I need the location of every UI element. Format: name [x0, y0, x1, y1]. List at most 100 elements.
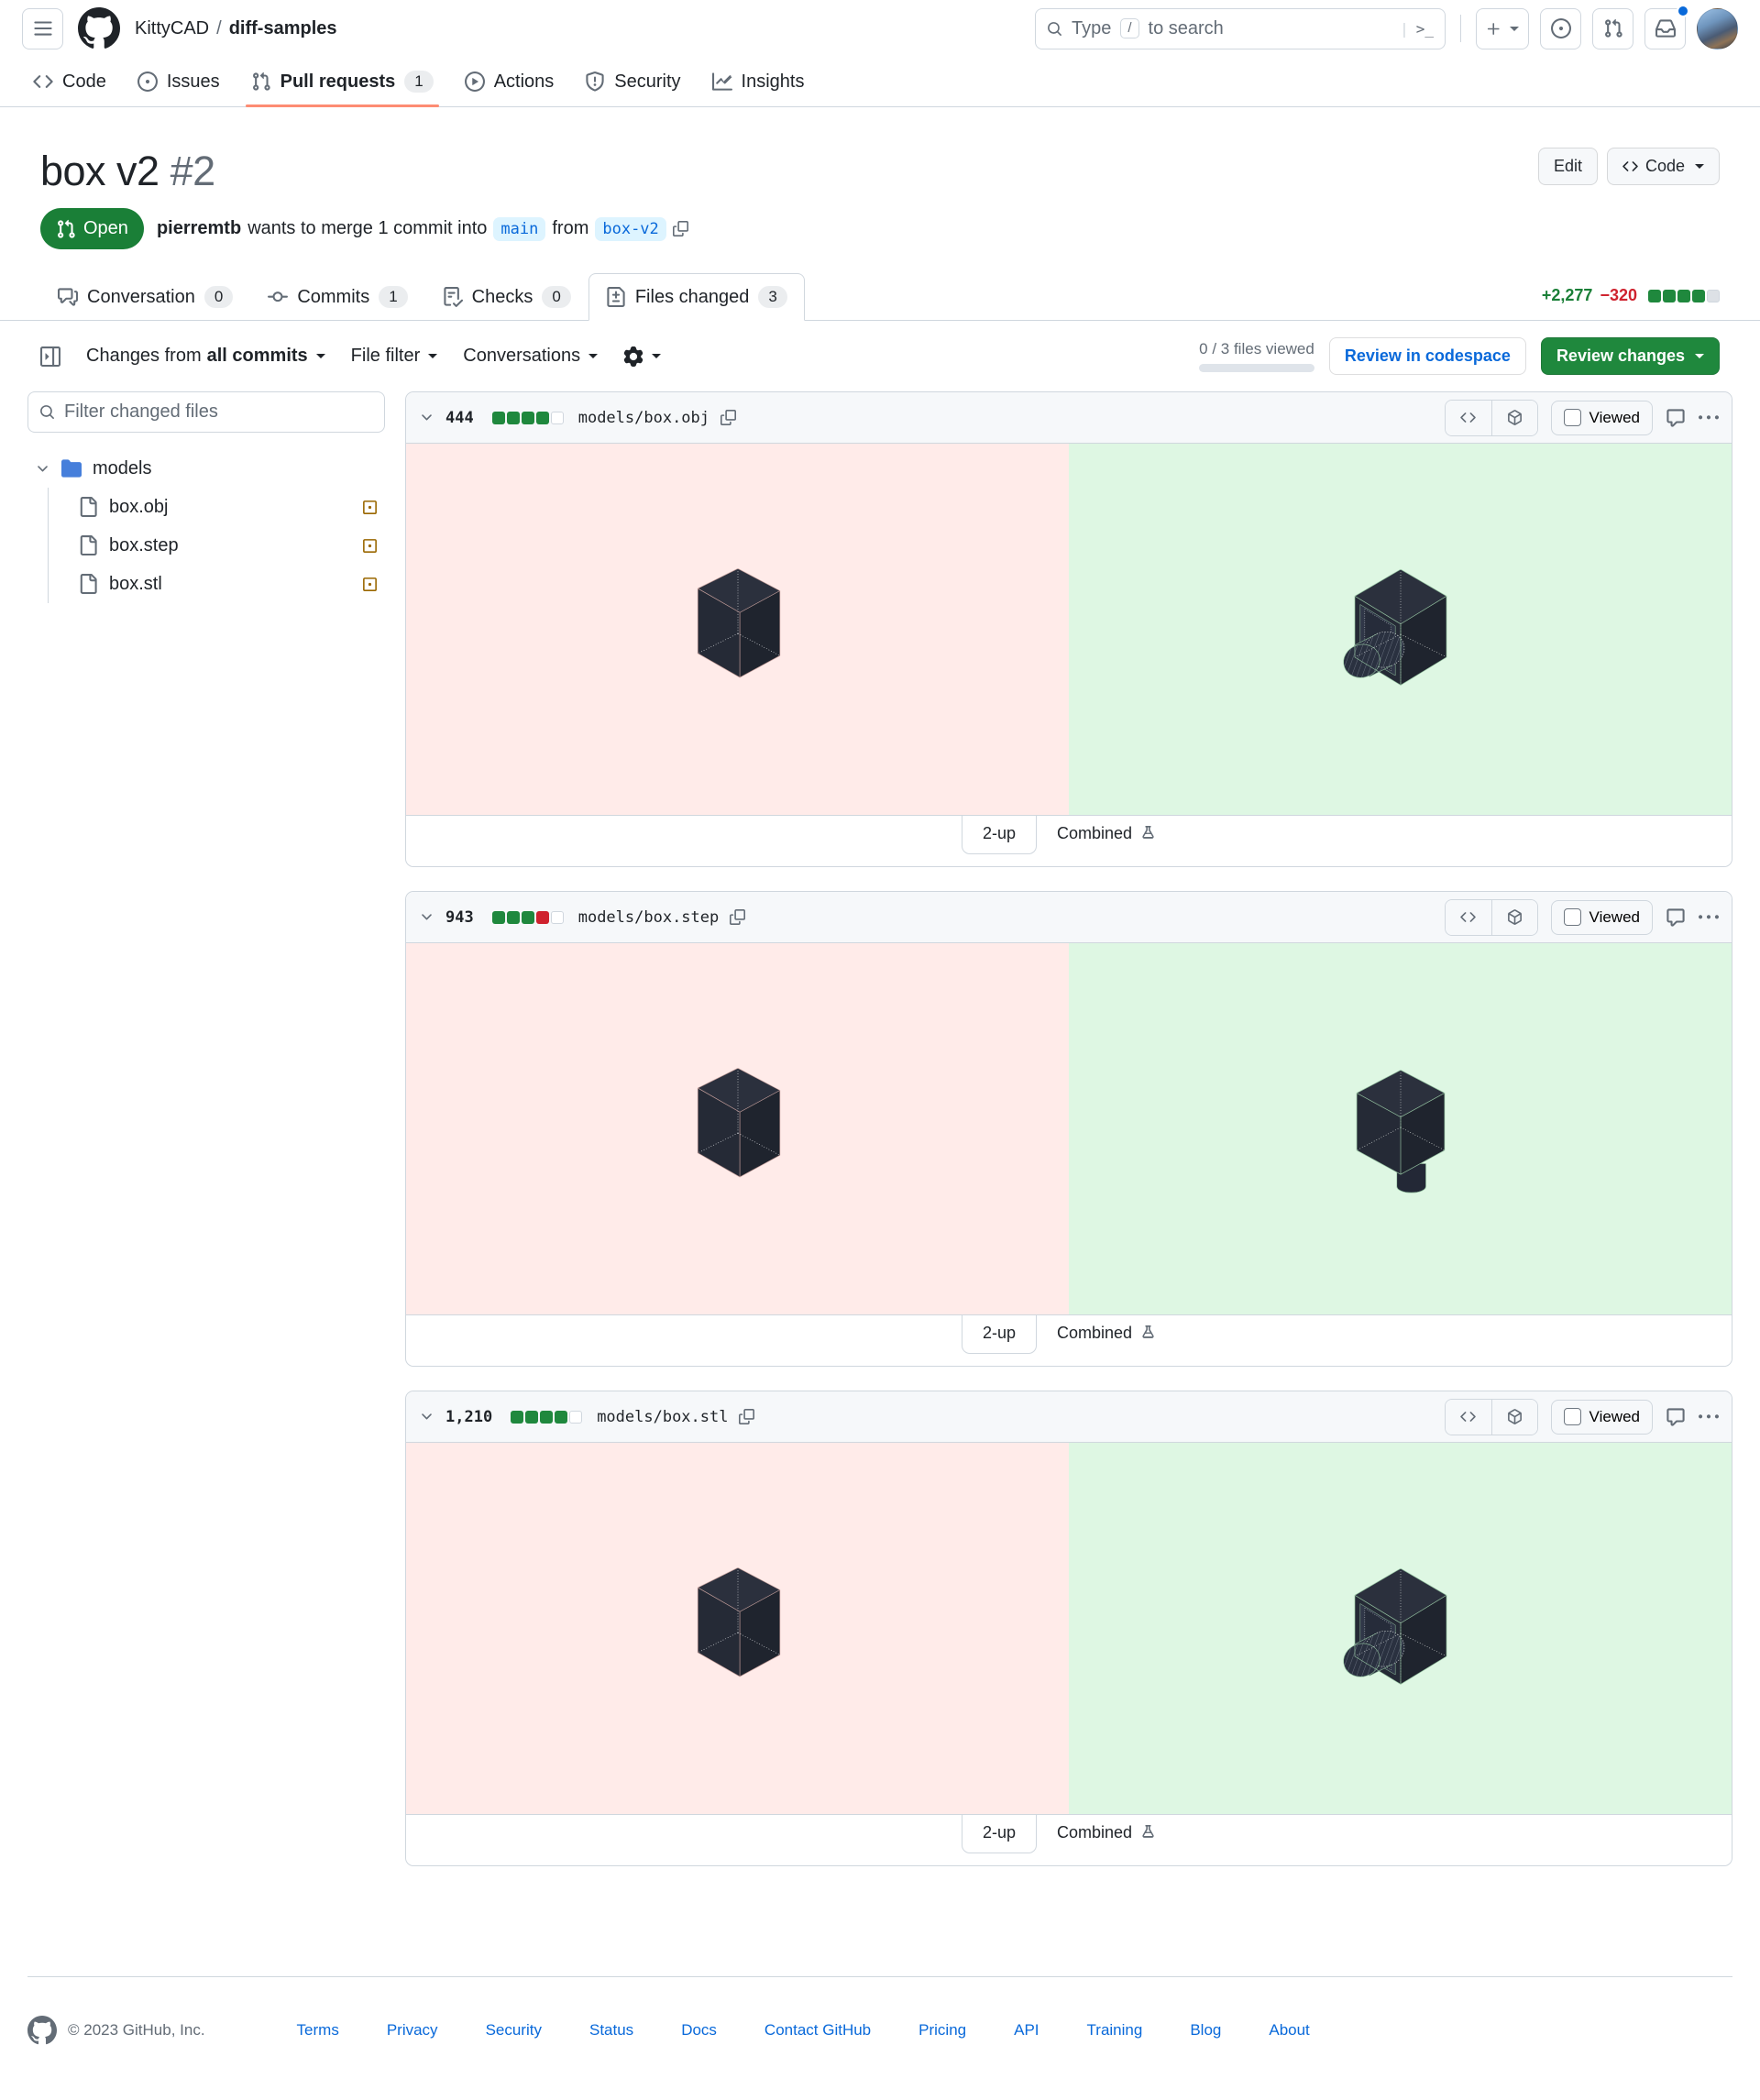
- diffstat-blocks: [1646, 289, 1720, 302]
- head-branch-chip[interactable]: box-v2: [595, 216, 666, 241]
- tab-combined[interactable]: Combined: [1037, 1315, 1176, 1351]
- footer-link[interactable]: Docs: [681, 2021, 717, 2040]
- chevron-down-icon: [428, 354, 438, 363]
- breadcrumb-repo-link[interactable]: diff-samples: [229, 18, 337, 39]
- diff-block-empty: [550, 411, 564, 424]
- footer-link[interactable]: Blog: [1190, 2021, 1221, 2040]
- footer-link[interactable]: Terms: [297, 2021, 339, 2040]
- command-palette-icon[interactable]: | >_: [1400, 20, 1434, 38]
- chevron-down-icon: [1695, 164, 1704, 173]
- render-mode-tabs: 2-up Combined: [406, 1814, 1732, 1865]
- footer-link[interactable]: Privacy: [387, 2021, 438, 2040]
- footer-link[interactable]: API: [1014, 2021, 1039, 2040]
- tree-file-box-obj[interactable]: box.obj: [65, 488, 385, 526]
- status-badge: Open: [40, 208, 144, 249]
- breadcrumb-separator: /: [216, 17, 222, 38]
- tab-issues[interactable]: Issues: [125, 57, 233, 106]
- edit-button[interactable]: Edit: [1537, 148, 1598, 185]
- tab-checks[interactable]: Checks 0: [425, 273, 588, 321]
- source-view-button[interactable]: [1445, 400, 1491, 435]
- footer-link[interactable]: Security: [486, 2021, 542, 2040]
- play-icon: [465, 71, 485, 92]
- rich-3d-view-button[interactable]: [1490, 400, 1537, 435]
- source-view-button[interactable]: [1445, 1399, 1491, 1435]
- base-branch-chip[interactable]: main: [493, 216, 546, 241]
- file-panel-box-stl: 1,210 models/box.stl Viewed 2-up Combine…: [405, 1391, 1732, 1866]
- comment-icon[interactable]: [1666, 408, 1686, 428]
- comment-icon[interactable]: [1666, 1407, 1686, 1427]
- viewed-toggle-button[interactable]: Viewed: [1550, 899, 1653, 935]
- file-panel-box-step: 943 models/box.step Viewed 2-up Combined: [405, 891, 1732, 1367]
- viewed-checkbox[interactable]: [1563, 409, 1581, 426]
- copy-branch-icon[interactable]: [673, 221, 688, 236]
- footer-link[interactable]: Status: [589, 2021, 633, 2040]
- footer-link[interactable]: About: [1269, 2021, 1309, 2040]
- copy-path-icon[interactable]: [720, 410, 736, 425]
- github-logo-icon[interactable]: [78, 7, 120, 49]
- footer-link[interactable]: Pricing: [918, 2021, 966, 2040]
- collapse-file-chevron-icon[interactable]: [419, 909, 434, 925]
- tab-pull-requests[interactable]: Pull requests 1: [238, 57, 446, 107]
- tree-folder-models[interactable]: models: [28, 449, 385, 488]
- collapse-file-chevron-icon[interactable]: [419, 410, 434, 425]
- changes-from-menu[interactable]: Changes from all commits: [86, 346, 325, 367]
- sidebar-collapse-icon[interactable]: [40, 346, 60, 367]
- tab-insights[interactable]: Insights: [699, 57, 818, 106]
- collapse-file-chevron-icon[interactable]: [419, 1409, 434, 1424]
- filter-changed-files-input[interactable]: Filter changed files: [28, 391, 385, 433]
- avatar[interactable]: [1697, 7, 1738, 49]
- conversations-menu[interactable]: Conversations: [463, 346, 599, 367]
- comment-icon[interactable]: [1666, 907, 1686, 928]
- kebab-menu-icon[interactable]: [1699, 907, 1719, 928]
- git-pull-request-icon: [251, 71, 271, 92]
- kebab-menu-icon[interactable]: [1699, 408, 1719, 428]
- source-view-button[interactable]: [1445, 899, 1491, 935]
- viewed-toggle-button[interactable]: Viewed: [1550, 1399, 1653, 1435]
- viewed-toggle-button[interactable]: Viewed: [1550, 400, 1653, 435]
- tab-combined[interactable]: Combined: [1037, 816, 1176, 852]
- pull-requests-header-button[interactable]: [1592, 7, 1634, 49]
- tab-2up[interactable]: 2-up: [961, 1315, 1037, 1354]
- viewed-checkbox[interactable]: [1563, 908, 1581, 926]
- file-diffs-column: 444 models/box.obj Viewed 2-up Combined …: [405, 391, 1732, 1866]
- comment-discussion-icon: [58, 287, 78, 307]
- copy-path-icon[interactable]: [739, 1409, 754, 1424]
- file-path[interactable]: models/box.step: [578, 908, 720, 927]
- rich-3d-view-button[interactable]: [1490, 899, 1537, 935]
- create-new-button[interactable]: [1476, 7, 1529, 49]
- kebab-menu-icon[interactable]: [1699, 1407, 1719, 1427]
- tab-code[interactable]: Code: [20, 57, 119, 106]
- tab-combined[interactable]: Combined: [1037, 1815, 1176, 1851]
- tree-file-box-stl[interactable]: box.stl: [65, 565, 385, 603]
- review-in-codespace-button[interactable]: Review in codespace: [1328, 337, 1526, 375]
- tab-files-changed[interactable]: Files changed 3: [588, 273, 805, 321]
- tab-2up[interactable]: 2-up: [961, 816, 1037, 854]
- search-input[interactable]: Type / to search | >_: [1035, 7, 1446, 49]
- copy-path-icon[interactable]: [730, 909, 745, 925]
- rich-3d-view-button[interactable]: [1490, 1399, 1537, 1435]
- footer-link[interactable]: Contact GitHub: [764, 2021, 871, 2040]
- issues-header-button[interactable]: [1540, 7, 1581, 49]
- code-dropdown-button[interactable]: Code: [1606, 148, 1720, 185]
- viewed-checkbox[interactable]: [1563, 1408, 1581, 1425]
- footer-link[interactable]: Training: [1087, 2021, 1143, 2040]
- file-path[interactable]: models/box.obj: [578, 409, 710, 427]
- tab-security[interactable]: Security: [572, 57, 693, 106]
- tab-2up[interactable]: 2-up: [961, 1815, 1037, 1853]
- tab-conversation[interactable]: Conversation 0: [40, 273, 250, 321]
- author-link[interactable]: pierremtb: [157, 218, 241, 239]
- file-filter-menu[interactable]: File filter: [351, 346, 438, 367]
- tree-file-box-step[interactable]: box.step: [65, 526, 385, 565]
- view-mode-toggle: [1444, 1398, 1538, 1435]
- review-changes-button[interactable]: Review changes: [1540, 337, 1720, 375]
- file-path[interactable]: models/box.stl: [597, 1408, 728, 1426]
- diff-before-pane: [406, 943, 1069, 1314]
- tab-actions[interactable]: Actions: [452, 57, 567, 106]
- diff-settings-menu[interactable]: [623, 346, 662, 367]
- notifications-button[interactable]: [1644, 4, 1689, 49]
- breadcrumb-org-link[interactable]: KittyCAD: [135, 18, 209, 39]
- hamburger-menu-button[interactable]: [22, 7, 63, 49]
- tab-commits[interactable]: Commits 1: [250, 273, 424, 321]
- diff-before-pane: [406, 444, 1069, 815]
- shield-icon: [585, 71, 605, 92]
